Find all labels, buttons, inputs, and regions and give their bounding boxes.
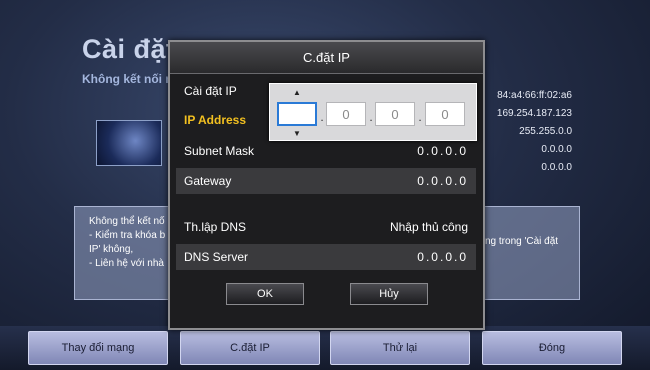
ip-octet-1-field[interactable] — [277, 102, 317, 126]
dns-server-row[interactable]: DNS Server 0.0.0.0 — [176, 244, 476, 270]
increment-arrow-icon[interactable]: ▲ — [292, 88, 302, 98]
message-line: IP' không, — [89, 244, 134, 255]
ip-octet-3-field[interactable]: 0 — [375, 102, 415, 126]
dns-setting-value: Nhập thủ công — [389, 220, 468, 234]
cancel-button[interactable]: Hủy — [350, 283, 428, 305]
message-line: Không thể kết nố — [89, 216, 165, 227]
ip-address-editor: ▲ ▼ . 0 . 0 . 0 — [269, 83, 477, 141]
background-subtitle: Không kết nối m — [82, 72, 176, 86]
retry-button[interactable]: Thử lại — [330, 331, 470, 365]
dns-setting-label: Th.lập DNS — [184, 220, 247, 234]
subnet-mask-value: 0.0.0.0 — [417, 144, 468, 158]
change-network-button[interactable]: Thay đổi mạng — [28, 331, 168, 365]
message-line: - Kiểm tra khóa b — [89, 230, 166, 241]
octet-separator: . — [418, 110, 422, 124]
dns-server-label: DNS Server — [184, 250, 249, 264]
gateway-value: 0.0.0.0 — [541, 144, 572, 155]
message-line: ng trong 'Cài đặt — [485, 236, 559, 247]
subnet-mask-row[interactable]: Subnet Mask 0.0.0.0 — [176, 138, 476, 164]
gateway-row[interactable]: Gateway 0.0.0.0 — [176, 168, 476, 194]
subnet-value: 255.255.0.0 — [519, 126, 572, 137]
message-line: - Liên hệ với nhà — [89, 258, 164, 269]
ok-button[interactable]: OK — [226, 283, 304, 305]
dns-server-value: 0.0.0.0 — [417, 250, 468, 264]
octet-separator: . — [320, 110, 324, 124]
ip-settings-button[interactable]: C.đặt IP — [180, 331, 320, 365]
octet-separator: . — [369, 110, 373, 124]
error-message-right: ng trong 'Cài đặt — [485, 235, 577, 249]
subnet-mask-label: Subnet Mask — [184, 144, 255, 158]
dns-setting-row[interactable]: Th.lập DNS Nhập thủ công — [176, 214, 476, 240]
network-thumbnail — [96, 120, 162, 166]
mac-address: 84:a4:66:ff:02:a6 — [497, 90, 572, 101]
dialog-title: C.đặt IP — [170, 42, 483, 74]
tv-settings-screen: Cài đặt m Không kết nối m 84:a4:66:ff:02… — [0, 0, 650, 370]
ip-octet-4-field[interactable]: 0 — [425, 102, 465, 126]
dns-value: 0.0.0.0 — [541, 162, 572, 173]
gateway-label: Gateway — [184, 174, 232, 188]
error-message-left: Không thể kết nố - Kiểm tra khóa b IP' k… — [89, 215, 179, 271]
ip-octet-2-field[interactable]: 0 — [326, 102, 366, 126]
decrement-arrow-icon[interactable]: ▼ — [292, 129, 302, 139]
ip-value: 169.254.187.123 — [496, 108, 572, 119]
gateway-value: 0.0.0.0 — [417, 174, 468, 188]
close-button[interactable]: Đóng — [482, 331, 622, 365]
